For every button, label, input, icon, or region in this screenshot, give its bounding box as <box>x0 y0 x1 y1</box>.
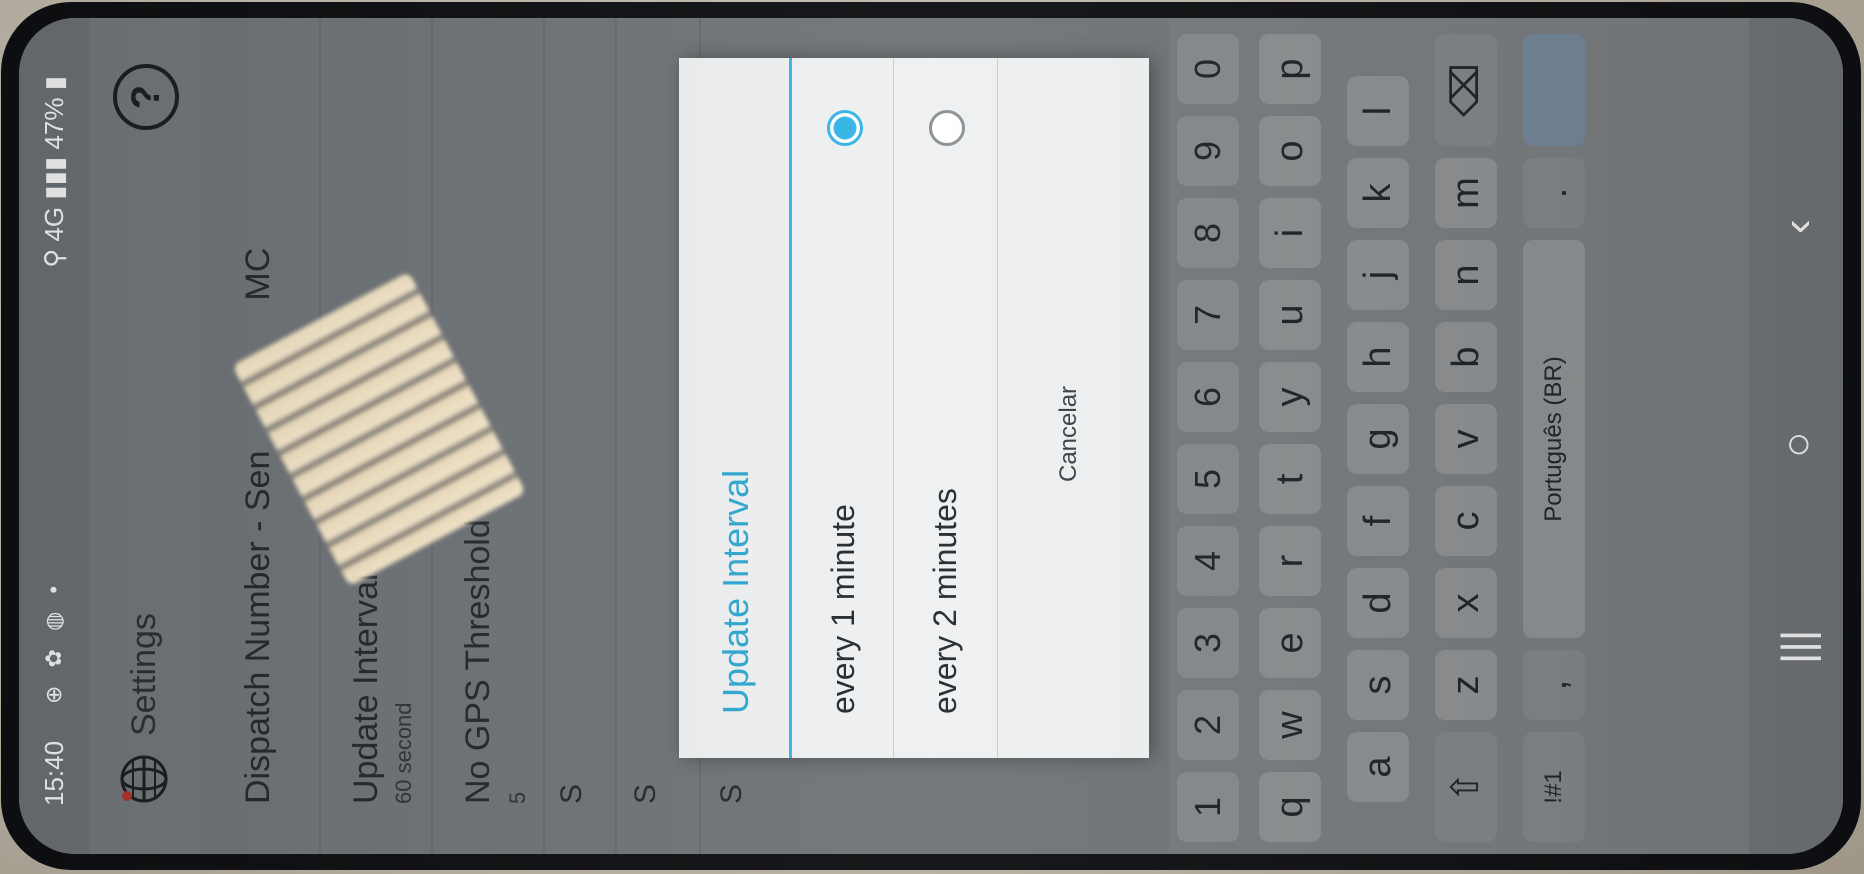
key-j[interactable]: j <box>1347 240 1409 310</box>
divider <box>543 18 545 854</box>
key-k[interactable]: k <box>1347 158 1409 228</box>
option-label: every 2 minutes <box>927 488 963 714</box>
key-8[interactable]: 8 <box>1177 198 1239 268</box>
period-key[interactable]: . <box>1523 158 1585 228</box>
key-z[interactable]: z <box>1435 650 1497 720</box>
phone-bezel: 15:40 ⊕ ✿ ◍ • ⚲ 4G ▮▮▮ 47% ▮ Settings ? <box>1 2 1861 870</box>
key-v[interactable]: v <box>1435 404 1497 474</box>
key-h[interactable]: h <box>1347 322 1409 392</box>
setting-item-partial[interactable]: S <box>715 784 749 804</box>
key-u[interactable]: u <box>1259 280 1321 350</box>
space-bar[interactable]: Português (BR) <box>1523 240 1585 638</box>
key-n[interactable]: n <box>1435 240 1497 310</box>
comma-key[interactable]: , <box>1523 650 1585 720</box>
status-indicators: ⚲ 4G ▮▮▮ 47% ▮ <box>39 76 69 268</box>
option-divider <box>997 58 998 758</box>
phone-screen: 15:40 ⊕ ✿ ◍ • ⚲ 4G ▮▮▮ 47% ▮ Settings ? <box>19 18 1843 854</box>
key-w[interactable]: w <box>1259 690 1321 760</box>
cancel-button[interactable]: Cancelar <box>1009 58 1149 758</box>
key-7[interactable]: 7 <box>1177 280 1239 350</box>
dispatch-number-suffix: MC <box>239 247 277 301</box>
enter-key[interactable] <box>1523 34 1585 146</box>
key-r[interactable]: r <box>1259 526 1321 596</box>
key-2[interactable]: 2 <box>1177 690 1239 760</box>
setting-item-partial[interactable]: S <box>555 784 589 804</box>
key-a[interactable]: a <box>1347 732 1409 802</box>
update-interval-value: 60 second <box>391 702 416 804</box>
key-e[interactable]: e <box>1259 608 1321 678</box>
dialog-title: Update Interval <box>715 469 756 714</box>
photo-background: 15:40 ⊕ ✿ ◍ • ⚲ 4G ▮▮▮ 47% ▮ Settings ? <box>0 0 1864 874</box>
key-4[interactable]: 4 <box>1177 526 1239 596</box>
home-button[interactable]: ○ <box>1773 431 1823 458</box>
radio-selected-icon[interactable] <box>827 110 863 146</box>
key-c[interactable]: c <box>1435 486 1497 556</box>
key-t[interactable]: t <box>1259 444 1321 514</box>
key-y[interactable]: y <box>1259 362 1321 432</box>
key-3[interactable]: 3 <box>1177 608 1239 678</box>
backspace-key[interactable]: ⌫ <box>1435 34 1497 146</box>
app-bar: Settings ? <box>89 18 199 854</box>
option-label: every 1 minute <box>825 504 861 714</box>
key-x[interactable]: x <box>1435 568 1497 638</box>
cancel-label: Cancelar <box>1055 385 1082 482</box>
option-divider <box>893 58 894 758</box>
key-s[interactable]: s <box>1347 650 1409 720</box>
update-interval-label: Update Interval <box>347 573 385 804</box>
option-every-1-minute[interactable]: every 1 minute <box>793 58 893 758</box>
key-p[interactable]: p <box>1259 34 1321 104</box>
no-gps-threshold-label: No GPS Threshold <box>459 519 497 804</box>
key-o[interactable]: o <box>1259 116 1321 186</box>
key-6[interactable]: 6 <box>1177 362 1239 432</box>
status-bar: 15:40 ⊕ ✿ ◍ • ⚲ 4G ▮▮▮ 47% ▮ <box>19 18 89 854</box>
page-title: Settings <box>125 613 163 736</box>
dispatch-number-text: Dispatch Number - Sen <box>239 450 277 804</box>
key-f[interactable]: f <box>1347 486 1409 556</box>
status-time: 15:40 <box>39 740 69 806</box>
dialog-title-divider <box>789 58 792 758</box>
help-button[interactable]: ? <box>113 64 179 130</box>
recents-button[interactable]: ||| <box>1773 630 1823 664</box>
key-l[interactable]: l <box>1347 76 1409 146</box>
key-g[interactable]: g <box>1347 404 1409 474</box>
symbols-key[interactable]: !#1 <box>1523 732 1585 842</box>
keyboard: 1 2 3 4 5 6 7 8 9 0 q w e r t y u i o p … <box>1169 18 1843 854</box>
key-1[interactable]: 1 <box>1177 772 1239 842</box>
divider <box>615 18 617 854</box>
option-every-2-minutes[interactable]: every 2 minutes <box>895 58 995 758</box>
key-d[interactable]: d <box>1347 568 1409 638</box>
back-button[interactable]: ‹ <box>1773 219 1823 234</box>
key-0[interactable]: 0 <box>1177 34 1239 104</box>
app-ui: 15:40 ⊕ ✿ ◍ • ⚲ 4G ▮▮▮ 47% ▮ Settings ? <box>19 18 1843 854</box>
key-9[interactable]: 9 <box>1177 116 1239 186</box>
update-interval-dialog: Update Interval every 1 minute every 2 m… <box>679 58 1149 758</box>
shift-key[interactable]: ⇧ <box>1435 732 1497 842</box>
key-i[interactable]: i <box>1259 198 1321 268</box>
dispatch-number-label: Dispatch Number - Sen MC <box>239 248 278 804</box>
key-m[interactable]: m <box>1435 158 1497 228</box>
key-q[interactable]: q <box>1259 772 1321 842</box>
no-gps-threshold-value: 5 <box>505 791 530 804</box>
key-5[interactable]: 5 <box>1177 444 1239 514</box>
key-b[interactable]: b <box>1435 322 1497 392</box>
notification-icons: ⊕ ✿ ◍ • <box>41 579 66 704</box>
radio-unselected-icon[interactable] <box>929 110 965 146</box>
help-icon: ? <box>124 84 168 110</box>
navigation-bar: ||| ○ ‹ <box>1749 18 1843 854</box>
setting-item-partial[interactable]: S <box>629 784 663 804</box>
globe-icon[interactable] <box>117 752 171 806</box>
